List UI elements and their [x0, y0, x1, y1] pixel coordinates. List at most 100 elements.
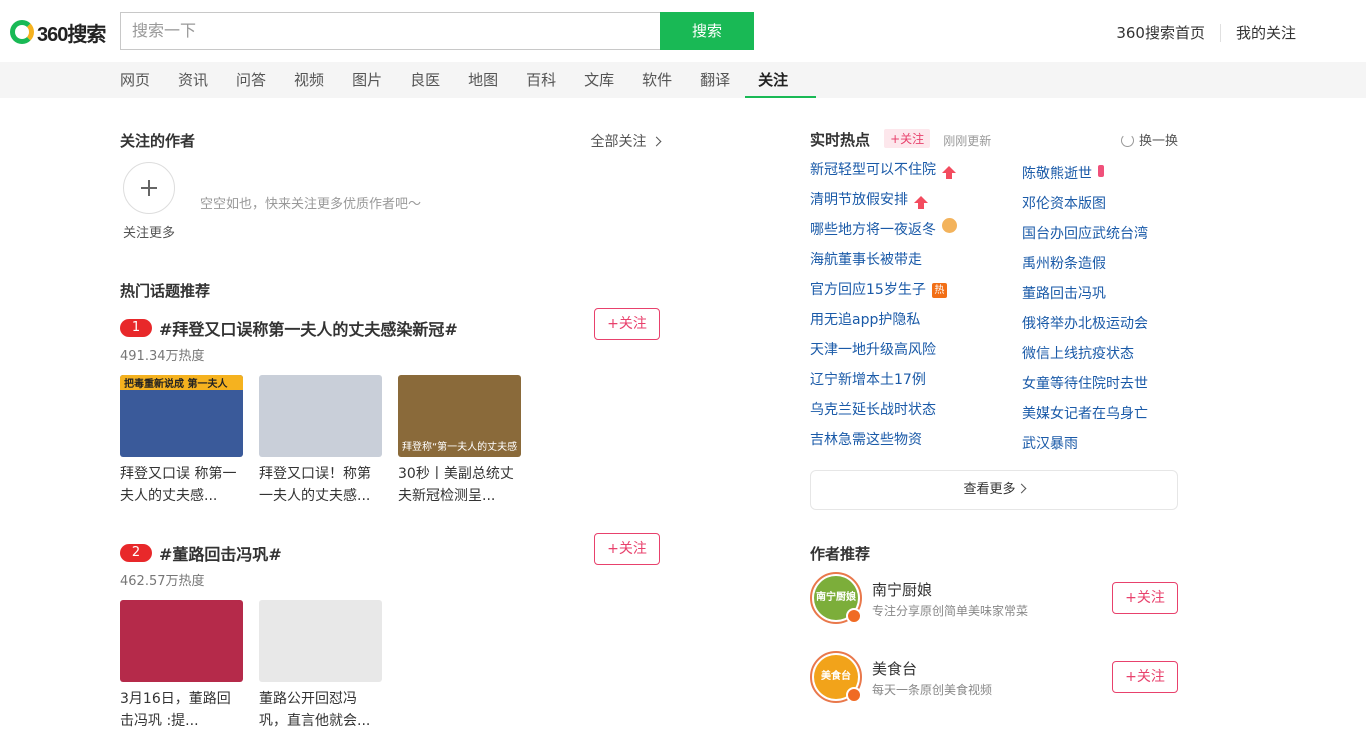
hot-item[interactable]: 武汉暴雨: [1022, 432, 1148, 462]
topic-heat: 462.57万热度: [120, 574, 205, 589]
hot-item[interactable]: 用无追app护隐私: [810, 308, 957, 338]
tab-9[interactable]: 软件: [642, 62, 672, 98]
hot-item-text[interactable]: 辽宁新增本土17例: [810, 372, 926, 388]
rising-arrow-icon: [914, 196, 928, 209]
tab-6[interactable]: 地图: [468, 62, 498, 98]
hot-item-text[interactable]: 用无追app护隐私: [810, 312, 920, 328]
rank-badge: 2: [120, 544, 152, 562]
hot-item[interactable]: 董路回击冯巩: [1022, 282, 1148, 312]
hot-item[interactable]: 微信上线抗疫状态: [1022, 342, 1148, 372]
hot-item-text[interactable]: 海航董事长被带走: [810, 252, 922, 268]
hot-item[interactable]: 女童等待住院时去世: [1022, 372, 1148, 402]
thumb-image: [259, 600, 382, 682]
topic-title[interactable]: #拜登又口误称第一夫人的丈夫感染新冠#: [159, 320, 458, 339]
hot-item-text[interactable]: 武汉暴雨: [1022, 436, 1078, 452]
hot-item-text[interactable]: 陈敬熊逝世: [1022, 166, 1092, 182]
verified-badge-icon: [846, 608, 862, 624]
chevron-right-icon: [651, 136, 662, 147]
tab-1[interactable]: 资讯: [178, 62, 208, 98]
see-more-button[interactable]: 查看更多: [810, 470, 1178, 510]
rank-badge: 1: [120, 319, 152, 337]
follow-topic-button[interactable]: +关注: [594, 533, 660, 565]
topic-head: 1 #拜登又口误称第一夫人的丈夫感染新冠#: [120, 316, 660, 340]
follow-author-button[interactable]: +关注: [1112, 661, 1178, 693]
hot-item-text[interactable]: 天津一地升级高风险: [810, 342, 936, 358]
tab-3[interactable]: 视频: [294, 62, 324, 98]
hot-item-text[interactable]: 清明节放假安排: [810, 192, 908, 208]
nav-bar: 网页 资讯 问答 视频 图片 良医 地图 百科 文库 软件 翻译 关注: [0, 62, 1366, 98]
hot-item-text[interactable]: 国台办回应武统台湾: [1022, 226, 1148, 242]
hot-item[interactable]: 清明节放假安排: [810, 188, 957, 218]
tab-11[interactable]: 关注: [745, 62, 817, 98]
author-name[interactable]: 美食台: [872, 658, 917, 679]
hot-item[interactable]: 官方回应15岁生子热: [810, 278, 957, 308]
hot-item[interactable]: 天津一地升级高风险: [810, 338, 957, 368]
hot-item[interactable]: 吉林急需这些物资: [810, 428, 957, 458]
tab-7[interactable]: 百科: [526, 62, 556, 98]
thumb-card[interactable]: 把毒重新说成 第一夫人 拜登又口误 称第一夫人的丈夫感...: [120, 375, 243, 507]
hot-item-text[interactable]: 邓伦资本版图: [1022, 196, 1106, 212]
hot-item[interactable]: 哪些地方将一夜返冬: [810, 218, 957, 248]
all-follow-label: 全部关注: [590, 134, 647, 150]
hot-item-text[interactable]: 俄将举办北极运动会: [1022, 316, 1148, 332]
author-desc: 专注分享原创简单美味家常菜: [872, 604, 1029, 618]
topic-title[interactable]: #董路回击冯巩#: [159, 545, 282, 564]
search-input[interactable]: 搜索一下: [120, 12, 661, 50]
hot-item[interactable]: 邓伦资本版图: [1022, 192, 1148, 222]
realtime-hot-follow-button[interactable]: +关注: [884, 129, 931, 148]
my-follow-link[interactable]: 我的关注: [1236, 22, 1296, 43]
tab-8[interactable]: 文库: [584, 62, 614, 98]
hot-item-text[interactable]: 哪些地方将一夜返冬: [810, 222, 936, 238]
logo[interactable]: 360搜索: [10, 19, 106, 46]
thumb-image-text: 把毒重新说成 第一夫人: [120, 375, 243, 390]
tab-5[interactable]: 良医: [410, 62, 440, 98]
tab-10[interactable]: 翻译: [700, 62, 730, 98]
add-author-button[interactable]: [123, 162, 175, 214]
topic-head: 2 #董路回击冯巩#: [120, 541, 660, 565]
all-follow-link[interactable]: 全部关注: [590, 131, 662, 151]
hot-item-text[interactable]: 吉林急需这些物资: [810, 432, 922, 448]
follow-more-label[interactable]: 关注更多: [123, 222, 175, 241]
hot-item[interactable]: 国台办回应武统台湾: [1022, 222, 1148, 252]
palette-icon: [942, 218, 957, 233]
hot-item[interactable]: 乌克兰延长战时状态: [810, 398, 957, 428]
hot-item[interactable]: 辽宁新增本土17例: [810, 368, 957, 398]
author-card: 南宁厨娘 南宁厨娘 专注分享原创简单美味家常菜 +关注: [810, 572, 1178, 624]
follow-topic-button[interactable]: +关注: [594, 308, 660, 340]
hot-item[interactable]: 新冠轻型可以不住院: [810, 158, 957, 188]
hot-item-text[interactable]: 禹州粉条造假: [1022, 256, 1106, 272]
thumb-card[interactable]: 3月16日，董路回击冯巩 :提...: [120, 600, 243, 732]
thumb-image: [259, 375, 382, 457]
hot-item[interactable]: 俄将举办北极运动会: [1022, 312, 1148, 342]
thumb-image: 拜登称“第一夫人的丈夫感: [398, 375, 521, 457]
follow-author-button[interactable]: +关注: [1112, 582, 1178, 614]
thumb-image-text: 拜登称“第一夫人的丈夫感: [402, 442, 518, 453]
hot-item-text[interactable]: 微信上线抗疫状态: [1022, 346, 1134, 362]
search-button[interactable]: 搜索: [660, 12, 754, 50]
thumb-caption: 3月16日，董路回击冯巩 :提...: [120, 691, 231, 729]
home-link[interactable]: 360搜索首页: [1116, 22, 1205, 43]
hot-item[interactable]: 美媒女记者在乌身亡: [1022, 402, 1148, 432]
tab-0[interactable]: 网页: [120, 62, 150, 98]
hot-item[interactable]: 海航董事长被带走: [810, 248, 957, 278]
author-desc: 每天一条原创美食视频: [872, 683, 993, 697]
hot-item[interactable]: 陈敬熊逝世: [1022, 162, 1148, 192]
hot-item-text[interactable]: 美媒女记者在乌身亡: [1022, 406, 1148, 422]
tab-4[interactable]: 图片: [352, 62, 382, 98]
hot-item-text[interactable]: 官方回应15岁生子: [810, 282, 926, 298]
thumb-list: 把毒重新说成 第一夫人 拜登又口误 称第一夫人的丈夫感... 拜登又口误！称第一夫人…: [120, 375, 660, 507]
thumb-card[interactable]: 拜登又口误！称第一夫人的丈夫感...: [259, 375, 382, 507]
refresh-button[interactable]: 换一换: [1120, 130, 1178, 149]
followed-authors-title: 关注的作者: [120, 132, 196, 150]
hot-item-text[interactable]: 女童等待住院时去世: [1022, 376, 1148, 392]
hot-item-text[interactable]: 乌克兰延长战时状态: [810, 402, 936, 418]
author-name[interactable]: 南宁厨娘: [872, 579, 932, 600]
thumb-caption: 董路公开回怼冯巩，直言他就会...: [259, 691, 371, 729]
hot-item-text[interactable]: 董路回击冯巩: [1022, 286, 1106, 302]
candle-icon: [1098, 165, 1104, 177]
thumb-card[interactable]: 董路公开回怼冯巩，直言他就会...: [259, 600, 382, 732]
tab-2[interactable]: 问答: [236, 62, 266, 98]
hot-item[interactable]: 禹州粉条造假: [1022, 252, 1148, 282]
hot-item-text[interactable]: 新冠轻型可以不住院: [810, 162, 936, 178]
thumb-card[interactable]: 拜登称“第一夫人的丈夫感 30秒丨美副总统丈夫新冠检测呈...: [398, 375, 521, 507]
